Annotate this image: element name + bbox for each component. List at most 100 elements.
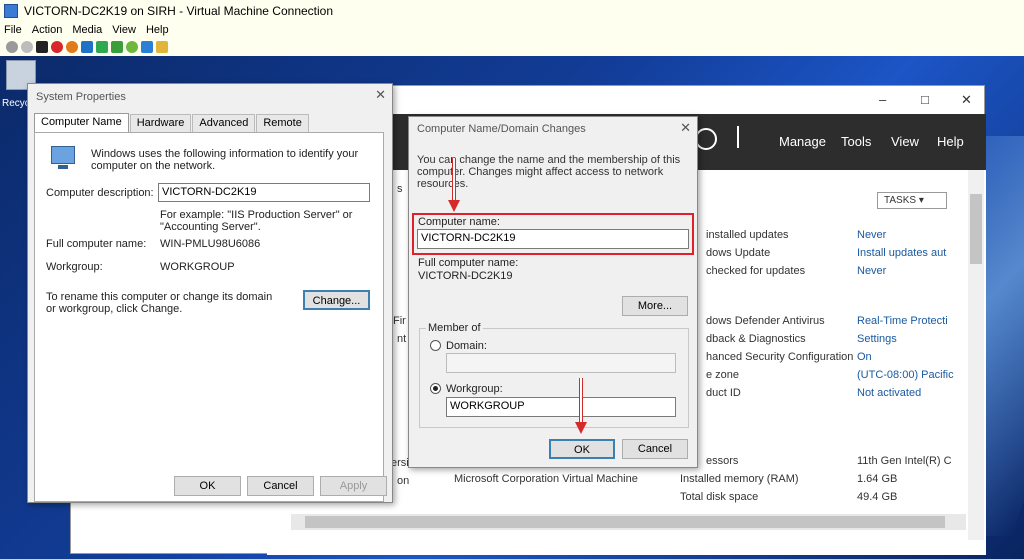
fragment-on: on — [397, 475, 410, 487]
prop-value-link[interactable]: On — [857, 351, 872, 363]
enhanced-session-icon[interactable] — [141, 41, 153, 53]
menu-view[interactable]: View — [112, 24, 136, 36]
menu-tools[interactable]: Tools — [841, 134, 871, 149]
chevron-down-icon: ▾ — [918, 195, 924, 206]
workgroup-input[interactable]: WORKGROUP — [446, 397, 676, 417]
apply-button[interactable]: Apply — [320, 476, 387, 496]
name-changes-intro: You can change the name and the membersh… — [417, 154, 681, 190]
start-icon[interactable] — [21, 41, 33, 53]
close-icon[interactable]: ✕ — [375, 87, 386, 103]
horizontal-scrollbar[interactable] — [291, 514, 966, 530]
highlight-box — [412, 213, 694, 255]
annotation-arrow-down-icon — [575, 422, 587, 434]
computer-description-input[interactable]: VICTORN-DC2K19 — [158, 183, 370, 202]
scrollbar-thumb[interactable] — [305, 516, 945, 528]
hw-label: essors — [706, 455, 739, 467]
domain-label: Domain: — [446, 340, 487, 352]
hw-value: 49.4 GB — [857, 491, 898, 503]
vm-titlebar: VICTORN-DC2K19 on SIRH - Virtual Machine… — [0, 0, 1024, 22]
prop-label: installed updates — [706, 229, 789, 241]
workgroup-label: Workgroup: — [46, 261, 103, 273]
share-icon[interactable] — [156, 41, 168, 53]
full-name-label: Full computer name: — [46, 238, 147, 250]
scrollbar-thumb[interactable] — [970, 194, 982, 264]
hw-label: Installed memory (RAM) — [680, 473, 799, 485]
tab-advanced[interactable]: Advanced — [192, 114, 256, 132]
domain-radio[interactable] — [430, 340, 441, 351]
refresh-icon[interactable] — [695, 128, 717, 150]
reset-icon[interactable] — [96, 41, 108, 53]
computer-icon — [51, 146, 75, 169]
annotation-arrow-shaft — [452, 158, 456, 202]
save-state-icon[interactable] — [66, 41, 78, 53]
prop-value-link[interactable]: Never — [857, 229, 886, 241]
dialog-title: Computer Name/Domain Changes — [417, 123, 586, 135]
fragment-fir: Fir — [393, 315, 406, 327]
intro-text: Windows uses the following information t… — [91, 148, 359, 172]
pause-icon[interactable] — [81, 41, 93, 53]
prop-label: dows Update — [706, 247, 771, 259]
vm-toolbar — [0, 38, 1024, 56]
fragment-nt: nt — [397, 333, 407, 345]
menu-manage[interactable]: Manage — [779, 134, 826, 149]
menu-server-view[interactable]: View — [891, 134, 919, 149]
prop-label: e zone — [706, 369, 740, 381]
cancel-button[interactable]: Cancel — [622, 439, 688, 459]
vm-menubar: File Action Media View Help — [0, 22, 1024, 38]
workgroup-radio-label: Workgroup: — [446, 383, 503, 395]
full-computer-name-label: Full computer name: — [418, 257, 519, 269]
maximize-icon[interactable]: □ — [921, 92, 929, 107]
ctrl-alt-del-icon[interactable] — [6, 41, 18, 53]
vertical-scrollbar[interactable] — [968, 170, 984, 540]
vm-window-title: VICTORN-DC2K19 on SIRH - Virtual Machine… — [24, 4, 334, 18]
turn-off-icon[interactable] — [36, 41, 48, 53]
menu-server-help[interactable]: Help — [937, 134, 964, 149]
tasks-dropdown[interactable]: TASKS ▾ — [877, 192, 947, 209]
prop-label: checked for updates — [706, 265, 806, 277]
prop-value-link[interactable]: Not activated — [857, 387, 921, 399]
menu-file[interactable]: File — [4, 24, 22, 36]
change-button[interactable]: Change... — [303, 290, 370, 310]
prop-value-link[interactable]: Settings — [857, 333, 897, 345]
tasks-label: TASKS — [884, 195, 917, 206]
ok-button[interactable]: OK — [549, 439, 615, 459]
tab-hardware[interactable]: Hardware — [129, 114, 192, 132]
tab-remote[interactable]: Remote — [256, 114, 309, 132]
ok-button[interactable]: OK — [174, 476, 241, 496]
hw-value: 1.64 GB — [857, 473, 898, 485]
menu-media[interactable]: Media — [72, 24, 102, 36]
model-value: Microsoft Corporation Virtual Machine — [454, 473, 638, 485]
annotation-arrow-down-icon — [448, 200, 460, 212]
description-label: Computer description: — [46, 187, 154, 199]
hw-label: Total disk space — [680, 491, 759, 503]
more-button[interactable]: More... — [622, 296, 688, 316]
prop-value-link[interactable]: (UTC-08:00) Pacific — [857, 369, 954, 381]
minimize-icon[interactable]: – — [879, 92, 886, 107]
prop-value-link[interactable]: Install updates aut — [857, 247, 946, 259]
prop-value-link[interactable]: Never — [857, 265, 886, 277]
fragment-s: s — [397, 183, 403, 195]
workgroup-radio[interactable] — [430, 383, 441, 394]
close-icon[interactable]: ✕ — [961, 92, 972, 108]
example-text: For example: "IIS Production Server" or … — [160, 209, 353, 233]
menu-action[interactable]: Action — [32, 24, 63, 36]
revert-icon[interactable] — [126, 41, 138, 53]
prop-label: hanced Security Configuration — [706, 351, 854, 363]
checkpoint-icon[interactable] — [111, 41, 123, 53]
prop-value-link[interactable]: Real-Time Protecti — [857, 315, 948, 327]
full-name-value: WIN-PMLU98U6086 — [160, 238, 261, 250]
notifications-flag-icon[interactable] — [737, 126, 739, 148]
menu-help[interactable]: Help — [146, 24, 169, 36]
tab-computer-name[interactable]: Computer Name — [34, 113, 129, 133]
cancel-button[interactable]: Cancel — [247, 476, 314, 496]
prop-label: dback & Diagnostics — [706, 333, 806, 345]
workgroup-value: WORKGROUP — [160, 261, 235, 273]
hw-value: 11th Gen Intel(R) C — [857, 455, 952, 467]
shutdown-icon[interactable] — [51, 41, 63, 53]
tab-strip: Computer Name Hardware Advanced Remote — [34, 113, 310, 133]
close-icon[interactable]: ✕ — [680, 120, 691, 136]
domain-input[interactable] — [446, 353, 676, 373]
prop-label: duct ID — [706, 387, 741, 399]
recycle-bin-label: Recyc — [2, 98, 30, 109]
annotation-arrow-shaft — [579, 378, 583, 424]
